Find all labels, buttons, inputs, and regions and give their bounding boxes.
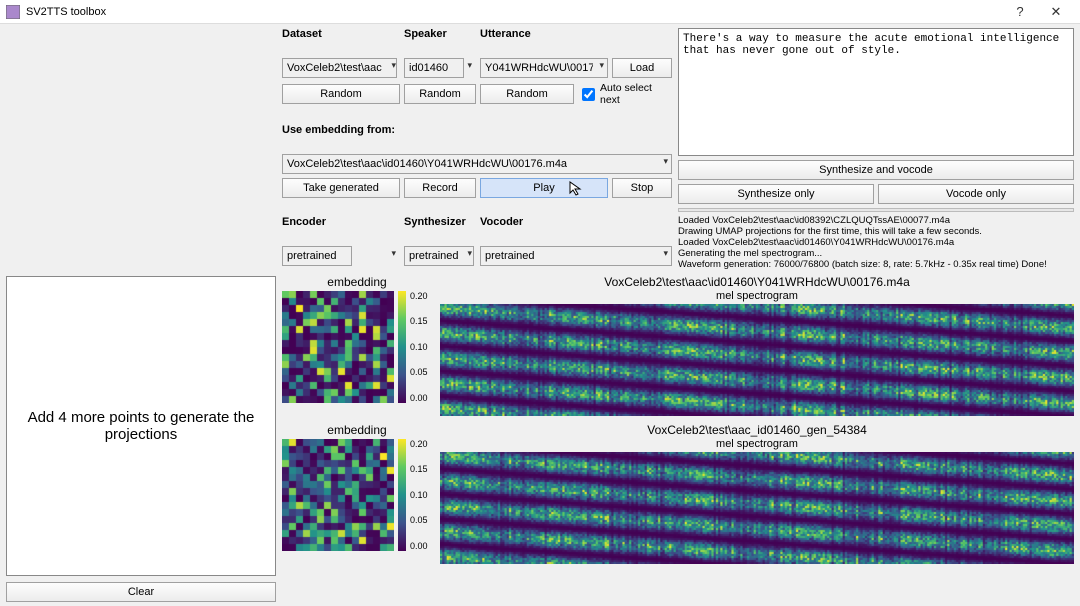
dataset-select[interactable]: VoxCeleb2\test\aac: [282, 58, 397, 78]
auto-select-next-input[interactable]: [582, 88, 595, 101]
dataset-label: Dataset: [282, 28, 400, 40]
embedding1-plot: [282, 291, 394, 403]
spectrogram1-plot: [440, 304, 1074, 416]
vocoder-label: Vocoder: [480, 216, 672, 228]
use-embedding-label: Use embedding from:: [282, 124, 672, 136]
embedding2-plot: [282, 439, 394, 551]
log-output: Loaded VoxCeleb2\test\aac\id08392\CZLQUQ…: [678, 216, 1074, 271]
close-button[interactable]: ✕: [1038, 4, 1074, 20]
embedding2-title: embedding: [282, 423, 432, 437]
spectrogram2-subtitle: mel spectrogram: [440, 438, 1074, 450]
embedding1-title: embedding: [282, 275, 432, 289]
spectrogram2-plot: [440, 452, 1074, 564]
spectrogram1-title: VoxCeleb2\test\aac\id01460\Y041WRHdcWU\0…: [440, 275, 1074, 289]
encoder-select[interactable]: pretrained: [282, 246, 352, 266]
utterance-select[interactable]: Y041WRHdcWU\00177.m4a: [480, 58, 608, 78]
spectrogram2-title: VoxCeleb2\test\aac_id01460_gen_54384: [440, 423, 1074, 437]
speaker-label: Speaker: [404, 28, 476, 40]
cursor-icon: [569, 181, 583, 197]
window-title: SV2TTS toolbox: [26, 6, 1002, 18]
titlebar: SV2TTS toolbox ? ✕: [0, 0, 1080, 24]
help-button[interactable]: ?: [1002, 4, 1038, 19]
encoder-label: Encoder: [282, 216, 400, 228]
embedding2-colorbar-labels: 0.200.150.100.050.00: [410, 439, 428, 551]
record-button[interactable]: Record: [404, 178, 476, 198]
play-button[interactable]: Play: [480, 178, 608, 198]
clear-button[interactable]: Clear: [6, 582, 276, 602]
app-icon: [6, 5, 20, 19]
synthesizer-select[interactable]: pretrained: [404, 246, 474, 266]
vocode-only-button[interactable]: Vocode only: [878, 184, 1074, 204]
embedding1-colorbar-labels: 0.200.150.100.050.00: [410, 291, 428, 403]
progress-bar: [678, 208, 1074, 212]
take-generated-button[interactable]: Take generated: [282, 178, 400, 198]
text-input[interactable]: There's a way to measure the acute emoti…: [678, 28, 1074, 156]
auto-select-next-checkbox[interactable]: Auto select next: [578, 82, 672, 106]
load-button[interactable]: Load: [612, 58, 672, 78]
vocoder-select[interactable]: pretrained: [480, 246, 672, 266]
synthesize-vocode-button[interactable]: Synthesize and vocode: [678, 160, 1074, 180]
utterance-label: Utterance: [480, 28, 672, 40]
speaker-select[interactable]: id01460: [404, 58, 464, 78]
projections-panel: Add 4 more points to generate the projec…: [6, 276, 276, 576]
spectrogram1-subtitle: mel spectrogram: [440, 290, 1074, 302]
embedding2-colorbar: [398, 439, 406, 551]
stop-button[interactable]: Stop: [612, 178, 672, 198]
embedding-path-select[interactable]: VoxCeleb2\test\aac\id01460\Y041WRHdcWU\0…: [282, 154, 672, 174]
utterance-random-button[interactable]: Random: [480, 84, 574, 104]
synthesizer-label: Synthesizer: [404, 216, 476, 228]
projections-placeholder: Add 4 more points to generate the projec…: [17, 409, 265, 443]
speaker-random-button[interactable]: Random: [404, 84, 476, 104]
dataset-random-button[interactable]: Random: [282, 84, 400, 104]
embedding1-colorbar: [398, 291, 406, 403]
synthesize-only-button[interactable]: Synthesize only: [678, 184, 874, 204]
